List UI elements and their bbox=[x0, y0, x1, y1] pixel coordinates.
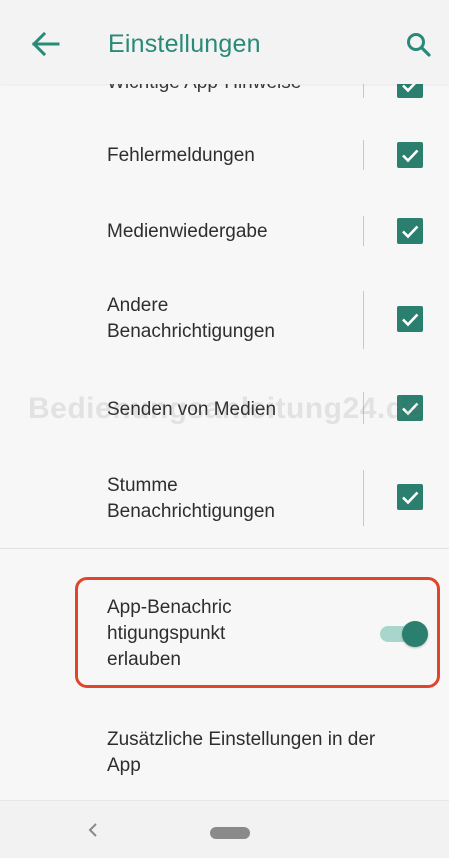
channel-row-error-messages[interactable]: Fehlermeldungen bbox=[0, 128, 449, 184]
chevron-left-icon[interactable] bbox=[86, 821, 100, 839]
checkbox-checked-icon[interactable] bbox=[397, 142, 423, 168]
row-divider bbox=[363, 140, 364, 170]
row-divider bbox=[363, 216, 364, 246]
checkbox-checked-icon[interactable] bbox=[397, 395, 423, 421]
channel-row-other-notifications[interactable]: Andere Benachrichtigungen bbox=[0, 286, 449, 358]
row-divider bbox=[363, 470, 364, 526]
additional-label-line2: App bbox=[107, 755, 141, 776]
checkbox-checked-icon[interactable] bbox=[397, 306, 423, 332]
section-divider bbox=[0, 548, 449, 549]
highlight-box bbox=[75, 577, 440, 688]
channel-label-line2: Benachrichtigungen bbox=[107, 501, 275, 522]
settings-screen: Wichtige App-Hinweise Fehlermeldungen Me… bbox=[0, 0, 449, 858]
channel-row-silent-notifications[interactable]: Stumme Benachrichtigungen bbox=[0, 466, 449, 538]
channel-label-line1: Andere bbox=[107, 295, 169, 316]
channel-row-media-playback[interactable]: Medienwiedergabe bbox=[0, 204, 449, 260]
checkbox-checked-icon[interactable] bbox=[397, 218, 423, 244]
page-title: Einstellungen bbox=[108, 30, 261, 58]
channel-label-line1: Stumme bbox=[107, 475, 178, 496]
row-divider bbox=[363, 291, 364, 349]
checkbox-checked-icon[interactable] bbox=[397, 484, 423, 510]
channel-label: Senden von Medien bbox=[107, 399, 277, 420]
channel-label-line2: Benachrichtigungen bbox=[107, 321, 275, 342]
system-navigation-bar bbox=[0, 801, 449, 858]
additional-label-line1: Zusätzliche Einstellungen in der bbox=[107, 729, 376, 750]
channel-row-send-media[interactable]: Senden von Medien bbox=[0, 382, 449, 438]
row-divider bbox=[363, 392, 364, 424]
app-bar: Einstellungen bbox=[0, 0, 449, 84]
notification-channel-list: Wichtige App-Hinweise Fehlermeldungen Me… bbox=[0, 0, 449, 800]
home-pill-icon[interactable] bbox=[210, 827, 250, 839]
arrow-left-icon[interactable] bbox=[30, 30, 62, 58]
additional-settings-row[interactable]: Zusätzliche Einstellungen in der App bbox=[0, 718, 449, 788]
channel-label: Medienwiedergabe bbox=[107, 221, 268, 242]
search-icon[interactable] bbox=[404, 30, 434, 60]
channel-label: Fehlermeldungen bbox=[107, 145, 255, 166]
